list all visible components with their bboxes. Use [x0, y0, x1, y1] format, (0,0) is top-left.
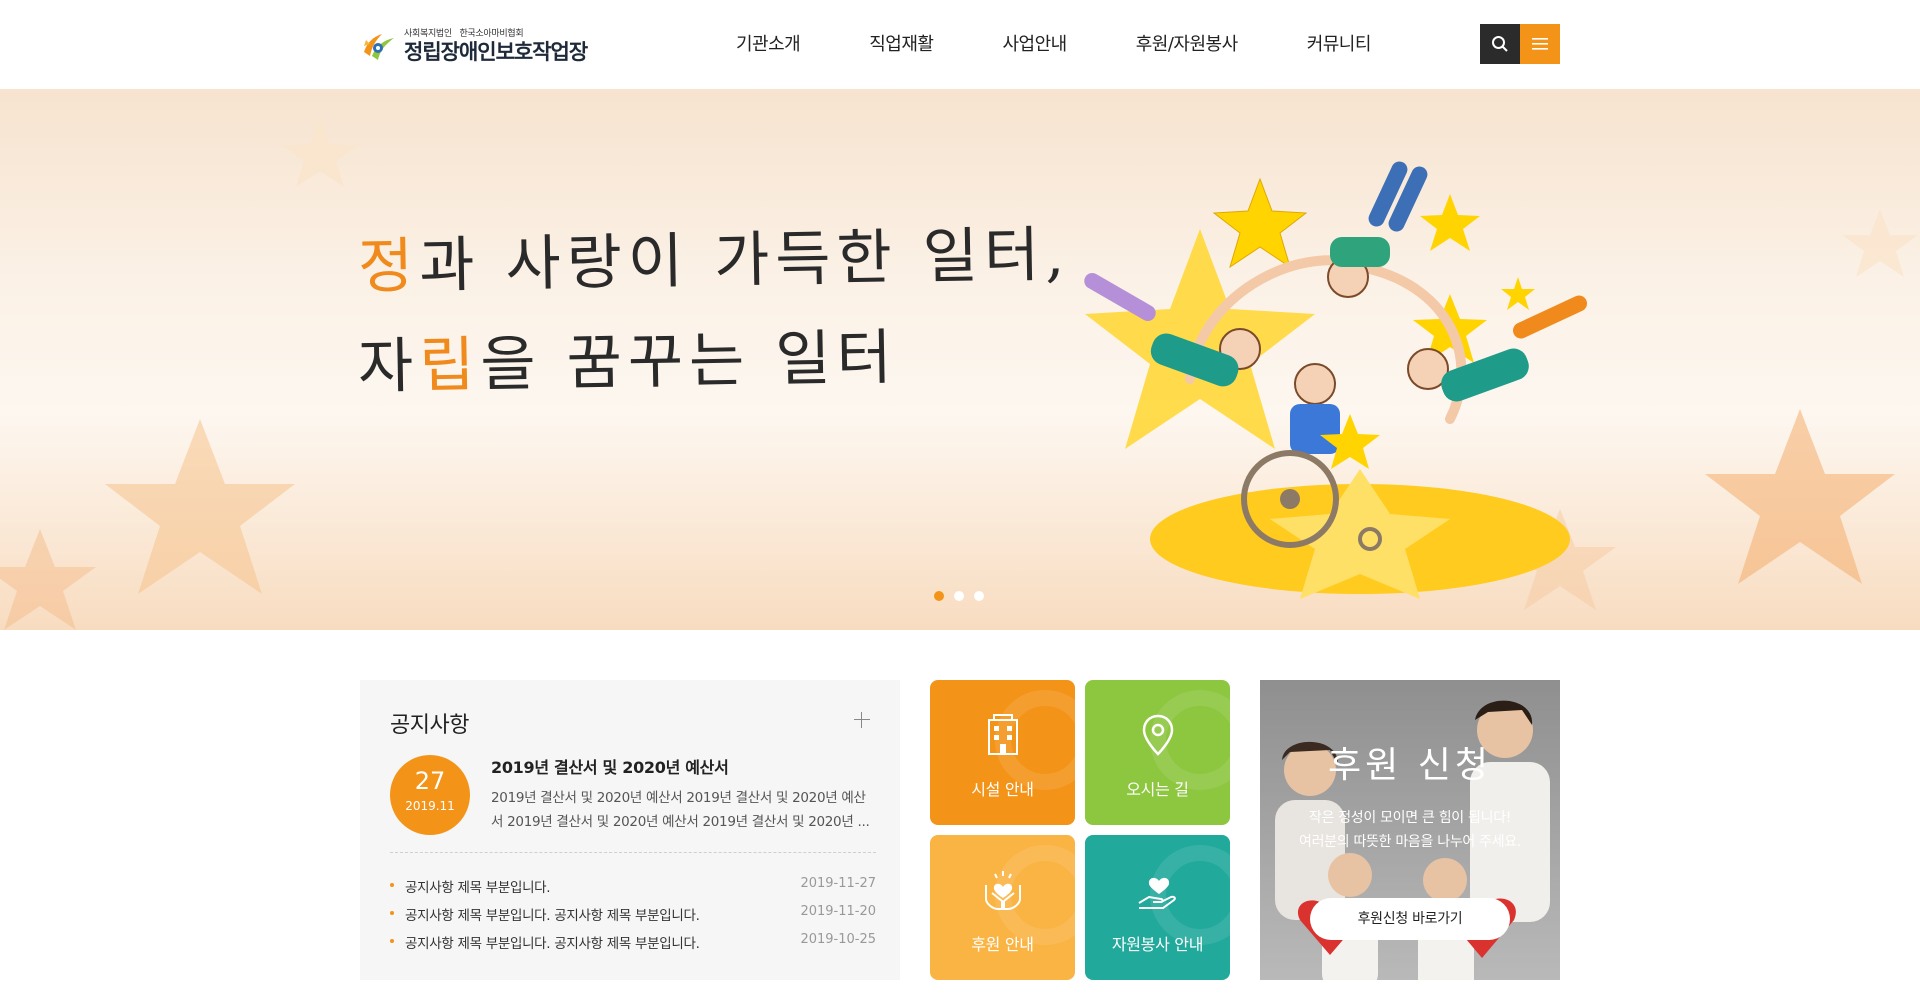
notice-list-item[interactable]: 공지사항 제목 부분입니다. 2019-11-27	[390, 876, 876, 904]
notice-item-date: 2019-10-25	[800, 932, 876, 947]
menu-button[interactable]	[1520, 24, 1560, 64]
building-icon	[987, 714, 1018, 755]
notice-title: 공지사항	[390, 713, 469, 738]
slider-dot-2[interactable]	[954, 591, 964, 601]
featured-notice-title[interactable]: 2019년 결산서 및 2020년 예산서	[491, 754, 729, 778]
nav-item-business[interactable]: 사업안내	[1003, 30, 1068, 56]
donation-title: 후원 신청	[1328, 745, 1492, 786]
page: 사회복지법인 한국소아마비협회 정립장애인보호작업장 기관소개 직업재활 사업안…	[0, 0, 1920, 999]
featured-year-month: 2019.11	[405, 799, 455, 813]
featured-day: 27	[414, 767, 446, 795]
bullet-icon	[390, 883, 394, 887]
hamburger-menu-icon	[1532, 38, 1548, 50]
search-icon	[1492, 36, 1508, 52]
quick-link-volunteer-info[interactable]: 자원봉사 안내	[1085, 835, 1230, 980]
slider-dot-3[interactable]	[974, 591, 984, 601]
heart-hand-icon	[1137, 877, 1176, 909]
nav-item-support-volunteer[interactable]: 후원/자원봉사	[1136, 30, 1238, 56]
nav-item-vocational-rehab[interactable]: 직업재활	[869, 30, 934, 56]
slider-dot-1[interactable]	[934, 591, 944, 601]
donation-apply-button[interactable]: 후원신청 바로가기	[1310, 898, 1510, 940]
notice-item-title: 공지사항 제목 부분입니다.	[405, 880, 551, 896]
quick-link-directions[interactable]: 오시는 길	[1085, 680, 1230, 825]
quick-link-donation-info[interactable]: 후원 안내	[930, 835, 1075, 980]
bullet-icon	[390, 939, 394, 943]
logo-sub-left: 사회복지법인	[404, 28, 452, 39]
nav-item-about[interactable]: 기관소개	[736, 30, 801, 56]
hero-line2-start: 자	[357, 331, 420, 403]
donation-banner: 후원 신청 작은 정성이 모이면 큰 힘이 됩니다! 여러분의 따뜻한 마음을 …	[1260, 680, 1560, 980]
hero-headline: 정과 사랑이 가득한 일터, 자립을 꿈꾸는 일터	[357, 220, 1070, 402]
heart-hands-icon	[984, 871, 1021, 910]
notice-item-date: 2019-11-27	[800, 876, 876, 891]
quick-link-label: 후원 안내	[971, 935, 1034, 954]
hero-line2-end: 을 꿈꾸는 일터	[479, 322, 899, 401]
logo-sub-right: 한국소아마비협회	[459, 28, 524, 39]
featured-notice-description: 2019년 결산서 및 2020년 예산서 2019년 결산서 및 2020년 …	[491, 786, 876, 834]
divider	[390, 852, 876, 853]
notice-item-date: 2019-11-20	[800, 904, 876, 919]
notice-item-title: 공지사항 제목 부분입니다. 공지사항 제목 부분입니다.	[405, 908, 700, 924]
main-nav: 기관소개 직업재활 사업안내 후원/자원봉사 커뮤니티	[736, 30, 1371, 56]
featured-date-badge: 27 2019.11	[390, 755, 470, 835]
slider-pagination	[934, 591, 994, 601]
quick-link-facility[interactable]: 시설 안내	[930, 680, 1075, 825]
notice-list-item[interactable]: 공지사항 제목 부분입니다. 공지사항 제목 부분입니다. 2019-11-20	[390, 904, 876, 932]
notice-list: 공지사항 제목 부분입니다. 2019-11-27 공지사항 제목 부분입니다.…	[390, 876, 876, 960]
logo-mark-icon	[360, 26, 400, 66]
site-header: 사회복지법인 한국소아마비협회 정립장애인보호작업장 기관소개 직업재활 사업안…	[0, 0, 1920, 89]
quick-link-label: 시설 안내	[971, 780, 1034, 799]
donation-text-line-2: 여러분의 따뜻한 마음을 나누어 주세요.	[1298, 834, 1522, 850]
featured-desc-line-2: 서 2019년 결산서 및 2020년 예산서 2019년 결산서 및 2020…	[491, 814, 870, 830]
hero-banner: 정과 사랑이 가득한 일터, 자립을 꿈꾸는 일터	[0, 89, 1920, 630]
nav-item-community[interactable]: 커뮤니티	[1307, 30, 1372, 56]
hero-line2-accent: 립	[418, 330, 482, 402]
bullet-icon	[390, 911, 394, 915]
hero-line1-text: 과 사랑이 가득한 일터,	[418, 219, 1071, 302]
hero-illustration	[1084, 161, 1588, 599]
quick-link-label: 오시는 길	[1126, 780, 1189, 799]
donation-text-line-1: 작은 정성이 모이면 큰 힘이 됩니다!	[1308, 810, 1512, 826]
notice-item-title: 공지사항 제목 부분입니다. 공지사항 제목 부분입니다.	[405, 936, 700, 952]
quick-link-label: 자원봉사 안내	[1111, 935, 1204, 954]
plus-icon[interactable]	[850, 708, 874, 732]
featured-desc-line-1: 2019년 결산서 및 2020년 예산서 2019년 결산서 및 2020년 …	[491, 790, 866, 806]
notice-list-item[interactable]: 공지사항 제목 부분입니다. 공지사항 제목 부분입니다. 2019-10-25	[390, 932, 876, 960]
logo-name: 정립장애인보호작업장	[404, 39, 588, 64]
search-button[interactable]	[1480, 24, 1520, 64]
map-pin-icon	[1142, 714, 1173, 756]
hero-line1-accent: 정	[357, 231, 420, 303]
notice-board: 공지사항 27 2019.11 2019년 결산서 및 2020년 예산서 20…	[360, 680, 900, 980]
donation-description: 작은 정성이 모이면 큰 힘이 됩니다! 여러분의 따뜻한 마음을 나누어 주세…	[1260, 806, 1560, 854]
site-logo[interactable]: 사회복지법인 한국소아마비협회 정립장애인보호작업장	[360, 26, 588, 66]
